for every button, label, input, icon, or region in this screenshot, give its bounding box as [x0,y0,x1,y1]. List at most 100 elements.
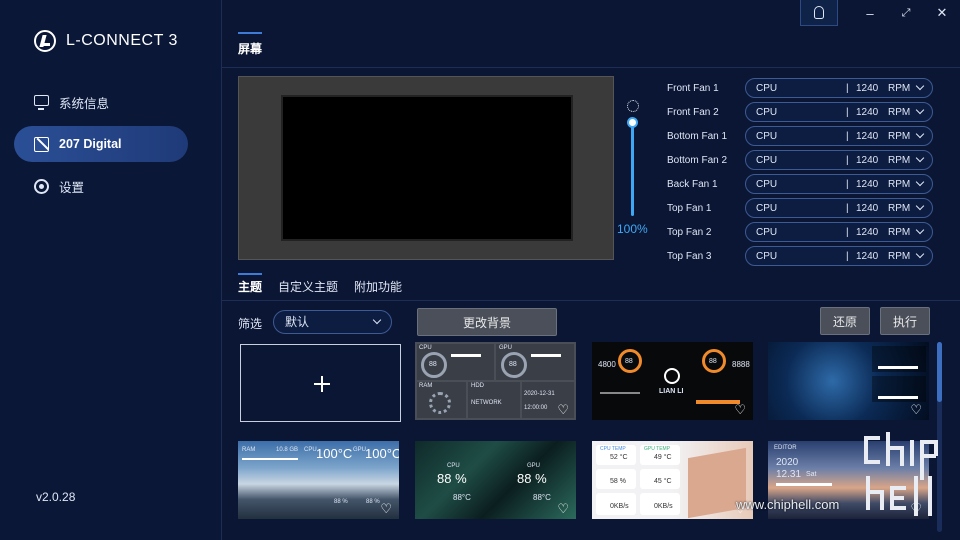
favorite-heart-icon[interactable]: ♡ [557,502,569,515]
version-label: v2.0.28 [36,490,76,504]
theme-tile-blue-tech[interactable]: ♡ [768,342,929,420]
theme-tile-landscape[interactable]: RAM 10.8 GB CPU 100°C GPU 100°C 88 % 88 … [238,441,399,519]
theme-scrollbar-thumb[interactable] [937,342,942,402]
tab-themes[interactable]: 主题 [238,273,263,299]
tips-button[interactable] [800,0,838,26]
change-background-button[interactable]: 更改背景 [417,308,557,336]
fan-separator: | [846,226,849,238]
fan-row: Back Fan 1 CPU | 1240 RPM [667,172,933,196]
fan-name: Front Fan 2 [667,106,719,118]
fan-row: Bottom Fan 1 CPU | 1240 RPM [667,124,933,148]
fan-unit: RPM [888,178,911,190]
fan-source-dropdown[interactable]: CPU | 1240 RPM [745,222,933,242]
fan-separator: | [846,130,849,142]
minimize-button[interactable]: – [852,0,888,26]
bar [531,354,561,357]
brightness-value: 100% [617,222,648,236]
theme-label: CPU [304,447,317,453]
theme-label: CPU [447,463,460,469]
sidebar-item-system-info[interactable]: 系统信息 [14,84,188,120]
theme-label: HDD [471,383,484,389]
theme-label: EDITOR [774,445,797,451]
brightness-slider-track[interactable] [631,122,634,216]
theme-value: 88 % [437,471,467,486]
close-icon: ✕ [936,5,948,20]
fan-source: CPU [756,250,778,262]
fan-source-dropdown[interactable]: CPU | 1240 RPM [745,198,933,218]
tabs-divider [222,300,960,301]
fan-name: Top Fan 2 [667,226,712,238]
fan-separator: | [846,106,849,118]
tab-extras[interactable]: 附加功能 [354,278,402,299]
fan-unit: RPM [888,106,911,118]
fan-source-dropdown[interactable]: CPU | 1240 RPM [745,246,933,266]
minimize-icon: – [866,5,874,21]
chiphell-watermark-logo [860,430,944,522]
theme-tile-gray-dashboard[interactable]: CPU GPU 88 88 RAM HDD NETWORK 2020-12-31… [415,342,576,420]
favorite-heart-icon[interactable]: ♡ [380,502,392,515]
sidebar-nav: 系统信息 207 Digital 设置 [14,84,188,210]
theme-value: 52 °C [610,454,628,461]
theme-value: 88 % [366,499,380,505]
expand-icon: ⤢ [901,6,911,19]
fan-separator: | [846,154,849,166]
plus-icon [314,376,330,392]
fan-row: Front Fan 1 CPU | 1240 RPM [667,76,933,100]
fan-source-dropdown[interactable]: CPU | 1240 RPM [745,150,933,170]
bar [878,396,918,399]
fan-rpm: 1240 [856,82,879,94]
tab-custom-theme[interactable]: 自定义主题 [278,278,338,299]
gauge-value: 88 [509,361,517,368]
filter-dropdown[interactable]: 默认 [273,310,392,334]
sidebar-item-label: 系统信息 [59,96,110,111]
fan-source-dropdown[interactable]: CPU | 1240 RPM [745,78,933,98]
sidebar-item-207-digital[interactable]: 207 Digital [14,126,188,162]
theme-value: 88 % [517,471,547,486]
apply-button[interactable]: 执行 [880,307,930,335]
chevron-down-icon [372,315,382,325]
fan-rpm: 1240 [856,226,879,238]
brightness-slider-handle[interactable] [627,117,638,128]
bar [600,392,640,394]
sidebar-item-label: 设置 [59,180,85,195]
fan-source-dropdown[interactable]: CPU | 1240 RPM [745,174,933,194]
fan-unit: RPM [888,250,911,262]
theme-tile-pastel-cards[interactable]: CPU TEMP GPU TEMP 52 °C 49 °C 58 % 45 °C… [592,441,753,519]
brightness-icon [627,100,639,112]
theme-value: 0KB/s [654,503,673,510]
fan-list: Front Fan 1 CPU | 1240 RPM Front Fan 2 CPU | 124… [667,76,933,268]
fan-rpm: 1240 [856,106,879,118]
fan-source-dropdown[interactable]: CPU | 1240 RPM [745,102,933,122]
fan-name: Top Fan 1 [667,202,712,214]
theme-value: 58 % [610,478,626,485]
sidebar: L-CONNECT 3 系统信息 207 Digital 设置 v2.0.28 [0,0,222,540]
fan-source-dropdown[interactable]: CPU | 1240 RPM [745,126,933,146]
restore-button[interactable]: 还原 [820,307,870,335]
theme-label: CPU [419,345,432,351]
fan-source: CPU [756,82,778,94]
theme-day: Sat [806,471,817,478]
favorite-heart-icon[interactable]: ♡ [734,403,746,416]
app-logo: L-CONNECT 3 [34,30,178,52]
theme-label: RAM [242,447,256,453]
favorite-heart-icon[interactable]: ♡ [910,403,922,416]
maximize-button[interactable]: ⤢ [888,0,924,26]
favorite-heart-icon[interactable]: ♡ [557,403,569,416]
add-theme-tile[interactable] [240,344,401,422]
theme-tile-green-geometric[interactable]: CPU GPU 88 % 88 % 88°C 88°C ♡ [415,441,576,519]
content-header: 屏幕 [222,26,960,68]
gauge-value: 88 [709,358,717,365]
fan-row: Top Fan 2 CPU | 1240 RPM [667,220,933,244]
bar [878,366,918,369]
theme-date: 2020-12-31 [524,391,555,397]
close-button[interactable]: ✕ [924,0,960,26]
theme-value: 100°C [365,446,399,461]
preview-display [281,95,573,241]
theme-value: 88°C [453,493,471,502]
sidebar-item-settings[interactable]: 设置 [14,168,188,204]
theme-tile-lianli[interactable]: 4800 8888 88 88 LIAN LI ♡ [592,342,753,420]
fan-rpm: 1240 [856,202,879,214]
theme-label: RAM [419,383,433,389]
fan-source: CPU [756,226,778,238]
theme-label: NETWORK [471,400,502,406]
